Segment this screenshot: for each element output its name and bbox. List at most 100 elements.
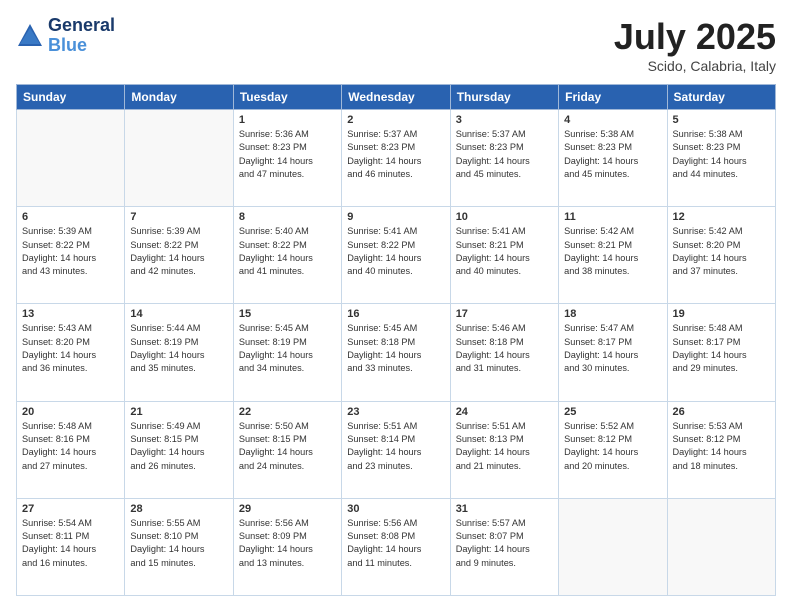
location-subtitle: Scido, Calabria, Italy [614,58,776,74]
day-number: 30 [347,503,444,515]
calendar-week: 1 Sunrise: 5:36 AM Sunset: 8:23 PM Daylig… [17,110,776,207]
weekday-row: SundayMondayTuesdayWednesdayThursdayFrid… [17,85,776,110]
calendar-cell: 22Sunrise: 5:50 AM Sunset: 8:15 PM Dayli… [233,401,341,498]
month-title: July 2025 [614,16,776,58]
day-number: 2 [347,114,444,126]
day-info: Sunrise: 5:48 AM Sunset: 8:17 PM Dayligh… [673,322,770,375]
day-number: 17 [456,308,553,320]
day-number: 10 [456,211,553,223]
day-info: Sunrise: 5:45 AM Sunset: 8:18 PM Dayligh… [347,322,444,375]
day-info: Sunrise: 5:48 AM Sunset: 8:16 PM Dayligh… [22,420,119,473]
calendar-cell: 9 Sunrise: 5:41 AM Sunset: 8:22 PM Daylig… [342,207,450,304]
calendar-cell: 24 Sunrise: 5:51 AM Sunset: 8:13 PM Dayli… [450,401,558,498]
calendar-cell: 27Sunrise: 5:54 AM Sunset: 8:11 PM Dayli… [17,498,125,595]
weekday-header: Wednesday [342,85,450,110]
calendar-cell [125,110,233,207]
calendar-cell: 1 Sunrise: 5:36 AM Sunset: 8:23 PM Daylig… [233,110,341,207]
day-number: 18 [564,308,661,320]
day-info: Sunrise: 5:55 AM Sunset: 8:10 PM Dayligh… [130,517,227,570]
day-number: 7 [130,211,227,223]
logo-text: General Blue [48,16,115,56]
calendar-week: 6 Sunrise: 5:39 AM Sunset: 8:22 PM Daylig… [17,207,776,304]
calendar-cell: 8 Sunrise: 5:40 AM Sunset: 8:22 PM Daylig… [233,207,341,304]
calendar-cell: 31 Sunrise: 5:57 AM Sunset: 8:07 PM Dayli… [450,498,558,595]
header: General Blue July 2025 Scido, Calabria, … [16,16,776,74]
day-info: Sunrise: 5:46 AM Sunset: 8:18 PM Dayligh… [456,322,553,375]
weekday-header: Thursday [450,85,558,110]
calendar-cell: 30Sunrise: 5:56 AM Sunset: 8:08 PM Dayli… [342,498,450,595]
page: General Blue July 2025 Scido, Calabria, … [0,0,792,612]
day-info: Sunrise: 5:43 AM Sunset: 8:20 PM Dayligh… [22,322,119,375]
logo-line2: Blue [48,35,87,55]
day-info: Sunrise: 5:56 AM Sunset: 8:09 PM Dayligh… [239,517,336,570]
day-number: 3 [456,114,553,126]
day-number: 29 [239,503,336,515]
calendar-cell: 6 Sunrise: 5:39 AM Sunset: 8:22 PM Daylig… [17,207,125,304]
calendar: SundayMondayTuesdayWednesdayThursdayFrid… [16,84,776,596]
day-info: Sunrise: 5:37 AM Sunset: 8:23 PM Dayligh… [456,128,553,181]
weekday-header: Tuesday [233,85,341,110]
day-info: Sunrise: 5:53 AM Sunset: 8:12 PM Dayligh… [673,420,770,473]
day-info: Sunrise: 5:45 AM Sunset: 8:19 PM Dayligh… [239,322,336,375]
weekday-header: Friday [559,85,667,110]
calendar-cell: 26 Sunrise: 5:53 AM Sunset: 8:12 PM Dayli… [667,401,775,498]
calendar-cell: 5 Sunrise: 5:38 AM Sunset: 8:23 PM Daylig… [667,110,775,207]
day-info: Sunrise: 5:40 AM Sunset: 8:22 PM Dayligh… [239,225,336,278]
day-info: Sunrise: 5:49 AM Sunset: 8:15 PM Dayligh… [130,420,227,473]
calendar-cell: 11Sunrise: 5:42 AM Sunset: 8:21 PM Dayli… [559,207,667,304]
weekday-header: Monday [125,85,233,110]
calendar-cell: 29 Sunrise: 5:56 AM Sunset: 8:09 PM Dayli… [233,498,341,595]
day-number: 1 [239,114,336,126]
day-number: 14 [130,308,227,320]
day-info: Sunrise: 5:36 AM Sunset: 8:23 PM Dayligh… [239,128,336,181]
calendar-cell: 10 Sunrise: 5:41 AM Sunset: 8:21 PM Dayli… [450,207,558,304]
calendar-cell: 17 Sunrise: 5:46 AM Sunset: 8:18 PM Dayli… [450,304,558,401]
day-info: Sunrise: 5:41 AM Sunset: 8:22 PM Dayligh… [347,225,444,278]
day-number: 31 [456,503,553,515]
calendar-cell [17,110,125,207]
day-number: 9 [347,211,444,223]
calendar-week: 20Sunrise: 5:48 AM Sunset: 8:16 PM Dayli… [17,401,776,498]
day-info: Sunrise: 5:42 AM Sunset: 8:20 PM Dayligh… [673,225,770,278]
calendar-week: 27Sunrise: 5:54 AM Sunset: 8:11 PM Dayli… [17,498,776,595]
calendar-week: 13Sunrise: 5:43 AM Sunset: 8:20 PM Dayli… [17,304,776,401]
day-number: 6 [22,211,119,223]
day-number: 26 [673,406,770,418]
calendar-cell: 15Sunrise: 5:45 AM Sunset: 8:19 PM Dayli… [233,304,341,401]
day-info: Sunrise: 5:37 AM Sunset: 8:23 PM Dayligh… [347,128,444,181]
day-info: Sunrise: 5:41 AM Sunset: 8:21 PM Dayligh… [456,225,553,278]
calendar-header: SundayMondayTuesdayWednesdayThursdayFrid… [17,85,776,110]
day-info: Sunrise: 5:51 AM Sunset: 8:13 PM Dayligh… [456,420,553,473]
title-block: July 2025 Scido, Calabria, Italy [614,16,776,74]
day-info: Sunrise: 5:44 AM Sunset: 8:19 PM Dayligh… [130,322,227,375]
day-number: 16 [347,308,444,320]
day-info: Sunrise: 5:39 AM Sunset: 8:22 PM Dayligh… [22,225,119,278]
calendar-cell: 7Sunrise: 5:39 AM Sunset: 8:22 PM Daylig… [125,207,233,304]
calendar-cell [667,498,775,595]
day-number: 27 [22,503,119,515]
day-info: Sunrise: 5:57 AM Sunset: 8:07 PM Dayligh… [456,517,553,570]
day-number: 5 [673,114,770,126]
weekday-header: Saturday [667,85,775,110]
calendar-cell: 23 Sunrise: 5:51 AM Sunset: 8:14 PM Dayli… [342,401,450,498]
day-number: 11 [564,211,661,223]
calendar-cell: 21Sunrise: 5:49 AM Sunset: 8:15 PM Dayli… [125,401,233,498]
calendar-cell: 28 Sunrise: 5:55 AM Sunset: 8:10 PM Dayli… [125,498,233,595]
calendar-cell [559,498,667,595]
calendar-cell: 20Sunrise: 5:48 AM Sunset: 8:16 PM Dayli… [17,401,125,498]
day-info: Sunrise: 5:38 AM Sunset: 8:23 PM Dayligh… [673,128,770,181]
calendar-cell: 13Sunrise: 5:43 AM Sunset: 8:20 PM Dayli… [17,304,125,401]
day-number: 23 [347,406,444,418]
day-number: 8 [239,211,336,223]
day-number: 28 [130,503,227,515]
weekday-header: Sunday [17,85,125,110]
calendar-cell: 12Sunrise: 5:42 AM Sunset: 8:20 PM Dayli… [667,207,775,304]
day-number: 24 [456,406,553,418]
logo-icon [16,22,44,50]
calendar-cell: 14 Sunrise: 5:44 AM Sunset: 8:19 PM Dayli… [125,304,233,401]
day-info: Sunrise: 5:52 AM Sunset: 8:12 PM Dayligh… [564,420,661,473]
day-number: 4 [564,114,661,126]
calendar-cell: 2 Sunrise: 5:37 AM Sunset: 8:23 PM Daylig… [342,110,450,207]
calendar-cell: 25Sunrise: 5:52 AM Sunset: 8:12 PM Dayli… [559,401,667,498]
day-info: Sunrise: 5:51 AM Sunset: 8:14 PM Dayligh… [347,420,444,473]
